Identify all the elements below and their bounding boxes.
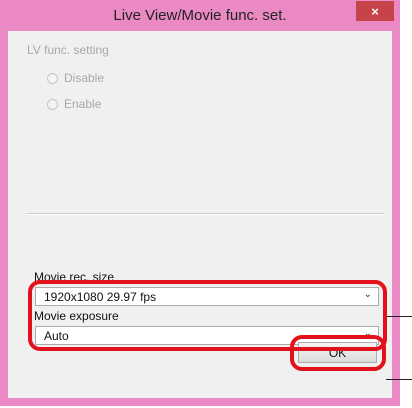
lv-func-setting-label: LV func. setting	[27, 43, 109, 57]
callout-leader-line	[387, 316, 412, 317]
callout-leader-line	[386, 379, 412, 380]
radio-disable-label: Disable	[64, 71, 105, 85]
radio-disable[interactable]: Disable	[47, 71, 104, 85]
radio-enable[interactable]: Enable	[47, 97, 101, 111]
radio-enable-label: Enable	[64, 97, 102, 111]
ok-callout-frame	[290, 335, 386, 371]
window-title: Live View/Movie func. set.	[113, 7, 287, 24]
separator	[27, 213, 384, 215]
close-button[interactable]: ×	[356, 1, 394, 21]
radio-circle-icon	[47, 98, 58, 110]
title-bar[interactable]: Live View/Movie func. set. ×	[0, 0, 400, 30]
radio-circle-icon	[47, 72, 58, 84]
close-icon: ×	[371, 3, 379, 19]
